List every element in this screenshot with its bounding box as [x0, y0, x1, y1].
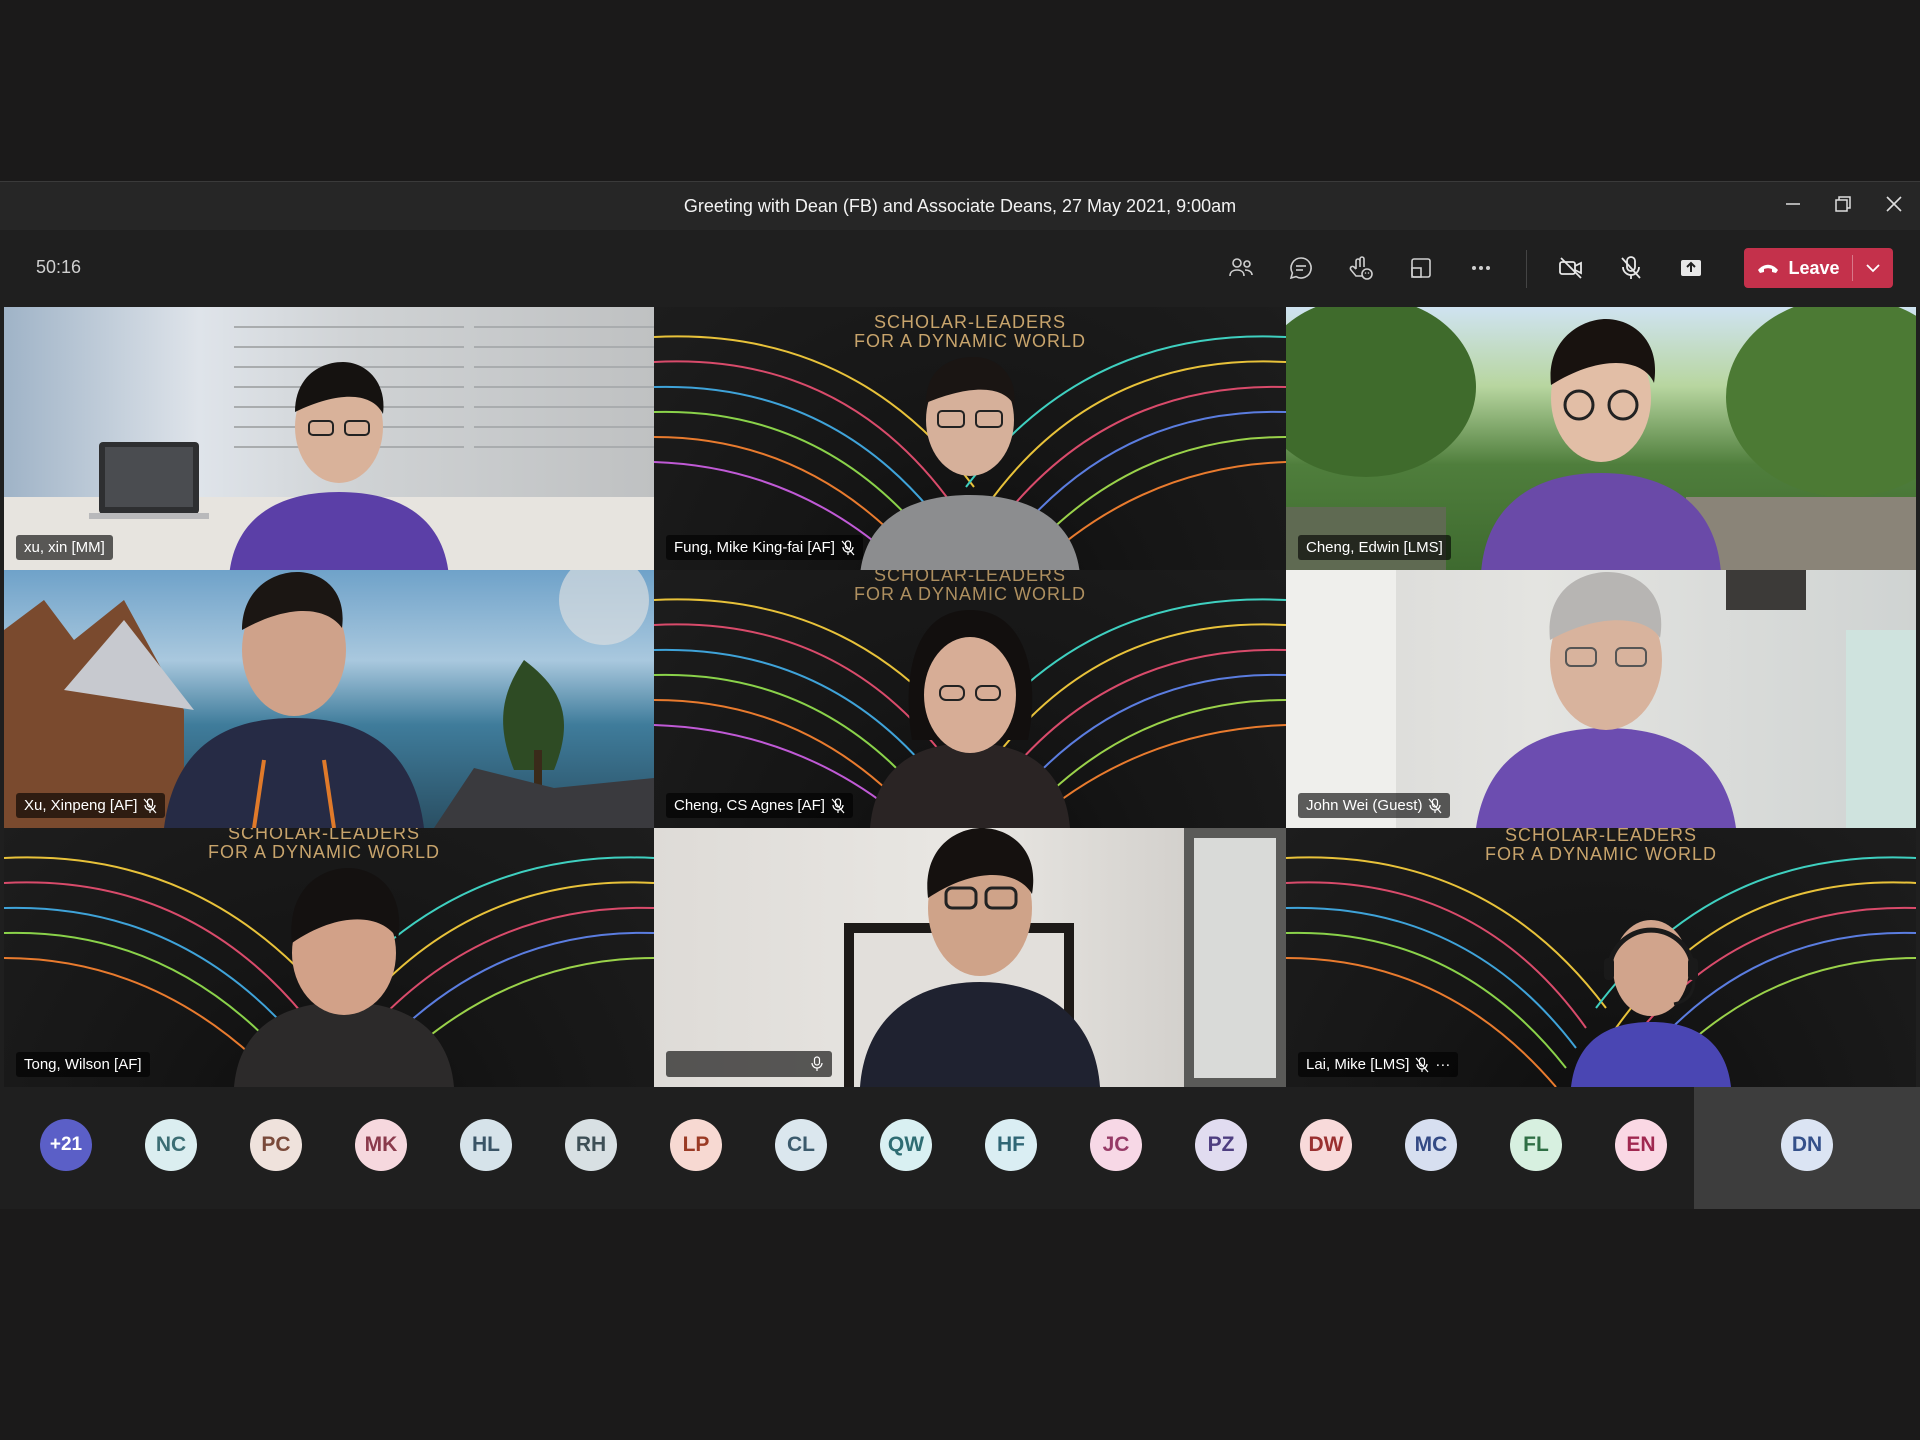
video-tile[interactable]: xu, xin [MM] [4, 307, 654, 570]
leave-label: Leave [1788, 257, 1840, 278]
participant-name: Xu, Xinpeng [AF] [24, 797, 138, 814]
participant-roster: +21 NC PC MK HL RH LP CL QW HF JC PZ DW MC FL EN DN [0, 1087, 1920, 1209]
title-bar: Greeting with Dean (FB) and Associate De… [0, 181, 1920, 231]
participant-avatar[interactable]: CL [775, 1119, 827, 1171]
participant-nametag: xu, xin [MM] [16, 535, 113, 560]
rooms-icon[interactable] [1401, 248, 1441, 288]
people-icon[interactable] [1221, 248, 1261, 288]
restore-icon[interactable] [1831, 194, 1855, 218]
mic-off-icon [1428, 797, 1442, 813]
leave-button-main[interactable]: Leave [1744, 248, 1852, 288]
camera-off-icon[interactable] [1551, 248, 1591, 288]
participant-name: Lai, Mike [LMS] [1306, 1056, 1410, 1073]
meeting-toolbar: 50:16 Leave [0, 230, 1920, 304]
participant-name: Cheng, CS Agnes [AF] [674, 797, 825, 814]
close-icon[interactable] [1882, 194, 1906, 218]
meeting-window: Greeting with Dean (FB) and Associate De… [0, 181, 1920, 1209]
video-tile[interactable]: John Wei (Guest) [1286, 570, 1916, 828]
background-banner: SCHOLAR-LEADERS FOR A DYNAMIC WORLD [1484, 828, 1718, 864]
mic-off-icon [841, 539, 855, 555]
participant-avatar[interactable]: QW [880, 1119, 932, 1171]
self-video-slot: DN [1694, 1087, 1920, 1209]
participant-video [1456, 570, 1756, 828]
participant-nametag: Fung, Mike King-fai [AF] [666, 535, 863, 560]
participant-video [860, 600, 1080, 828]
participant-avatar[interactable]: EN [1615, 1119, 1667, 1171]
chat-icon[interactable] [1281, 248, 1321, 288]
video-tile[interactable]: SCHOLAR-LEADERS FOR A DYNAMIC WORLD Chen… [654, 570, 1286, 828]
participant-nametag: Lai, Mike [LMS] ··· [1298, 1052, 1459, 1077]
participant-name: Tong, Wilson [AF] [24, 1056, 142, 1073]
participant-avatar[interactable]: PC [250, 1119, 302, 1171]
participant-name: John Wei (Guest) [1306, 797, 1423, 814]
video-tile[interactable]: Xu, Xinpeng [AF] [4, 570, 654, 828]
reactions-icon[interactable] [1341, 248, 1381, 288]
background-banner: SCHOLAR-LEADERS FOR A DYNAMIC WORLD [853, 570, 1087, 604]
participant-avatar[interactable]: HF [985, 1119, 1037, 1171]
mic-off-icon [143, 797, 157, 813]
participant-avatar[interactable]: PZ [1195, 1119, 1247, 1171]
participant-avatar[interactable]: HL [460, 1119, 512, 1171]
participant-name: Cheng, Edwin [LMS] [1306, 539, 1443, 556]
video-tile[interactable] [654, 828, 1286, 1087]
participant-nametag: Cheng, CS Agnes [AF] [666, 793, 853, 818]
more-icon[interactable] [1461, 248, 1501, 288]
video-grid: xu, xin [MM] SCHOLAR-LEADERS FOR A DYNAM… [4, 307, 1916, 1087]
participant-nametag: Tong, Wilson [AF] [16, 1052, 150, 1077]
mic-off-icon [831, 797, 845, 813]
participant-video [224, 858, 464, 1087]
participant-avatar[interactable]: DW [1300, 1119, 1352, 1171]
self-avatar[interactable]: DN [1781, 1119, 1833, 1171]
participant-name: xu, xin [MM] [24, 539, 105, 556]
participant-avatar[interactable]: MK [355, 1119, 407, 1171]
participant-nametag: John Wei (Guest) [1298, 793, 1451, 818]
participant-nametag: Cheng, Edwin [LMS] [1298, 535, 1451, 560]
participant-video [850, 355, 1090, 570]
participant-nametag: Xu, Xinpeng [AF] [16, 793, 166, 818]
participant-nametag [666, 1051, 832, 1077]
mic-off-icon [1415, 1056, 1429, 1072]
video-tile[interactable]: SCHOLAR-LEADERS FOR A DYNAMIC WORLD Tong… [4, 828, 654, 1087]
hang-up-icon [1758, 264, 1779, 273]
minimize-icon[interactable] [1781, 194, 1805, 218]
overflow-participants-button[interactable]: +21 [40, 1119, 92, 1171]
share-icon[interactable] [1671, 248, 1711, 288]
video-tile[interactable]: Cheng, Edwin [LMS] [1286, 307, 1916, 570]
participant-video [850, 828, 1110, 1087]
participant-avatar[interactable]: NC [145, 1119, 197, 1171]
participant-avatar[interactable]: RH [565, 1119, 617, 1171]
participant-video [144, 570, 444, 828]
participant-avatar[interactable]: LP [670, 1119, 722, 1171]
participant-video [1566, 908, 1736, 1087]
participant-avatar[interactable]: JC [1090, 1119, 1142, 1171]
participant-avatar[interactable]: FL [1510, 1119, 1562, 1171]
mic-off-icon[interactable] [1611, 248, 1651, 288]
background-banner: SCHOLAR-LEADERS FOR A DYNAMIC WORLD [207, 828, 441, 862]
background-banner: SCHOLAR-LEADERS FOR A DYNAMIC WORLD [853, 312, 1087, 351]
participant-more-options[interactable]: ··· [1435, 1056, 1450, 1073]
participant-video [219, 357, 459, 570]
toolbar-divider [1526, 250, 1527, 288]
participant-avatar[interactable]: MC [1405, 1119, 1457, 1171]
participant-name: Fung, Mike King-fai [AF] [674, 539, 835, 556]
mic-icon [811, 1056, 823, 1071]
participant-video [1471, 313, 1731, 570]
leave-button[interactable]: Leave [1744, 248, 1893, 288]
chevron-down-icon[interactable] [1853, 248, 1893, 288]
video-tile[interactable]: SCHOLAR-LEADERS FOR A DYNAMIC WORLD Lai,… [1286, 828, 1916, 1087]
video-tile[interactable]: SCHOLAR-LEADERS FOR A DYNAMIC WORLD Fung… [654, 307, 1286, 570]
meeting-title: Greeting with Dean (FB) and Associate De… [683, 196, 1237, 216]
call-timer: 50:16 [36, 257, 82, 277]
